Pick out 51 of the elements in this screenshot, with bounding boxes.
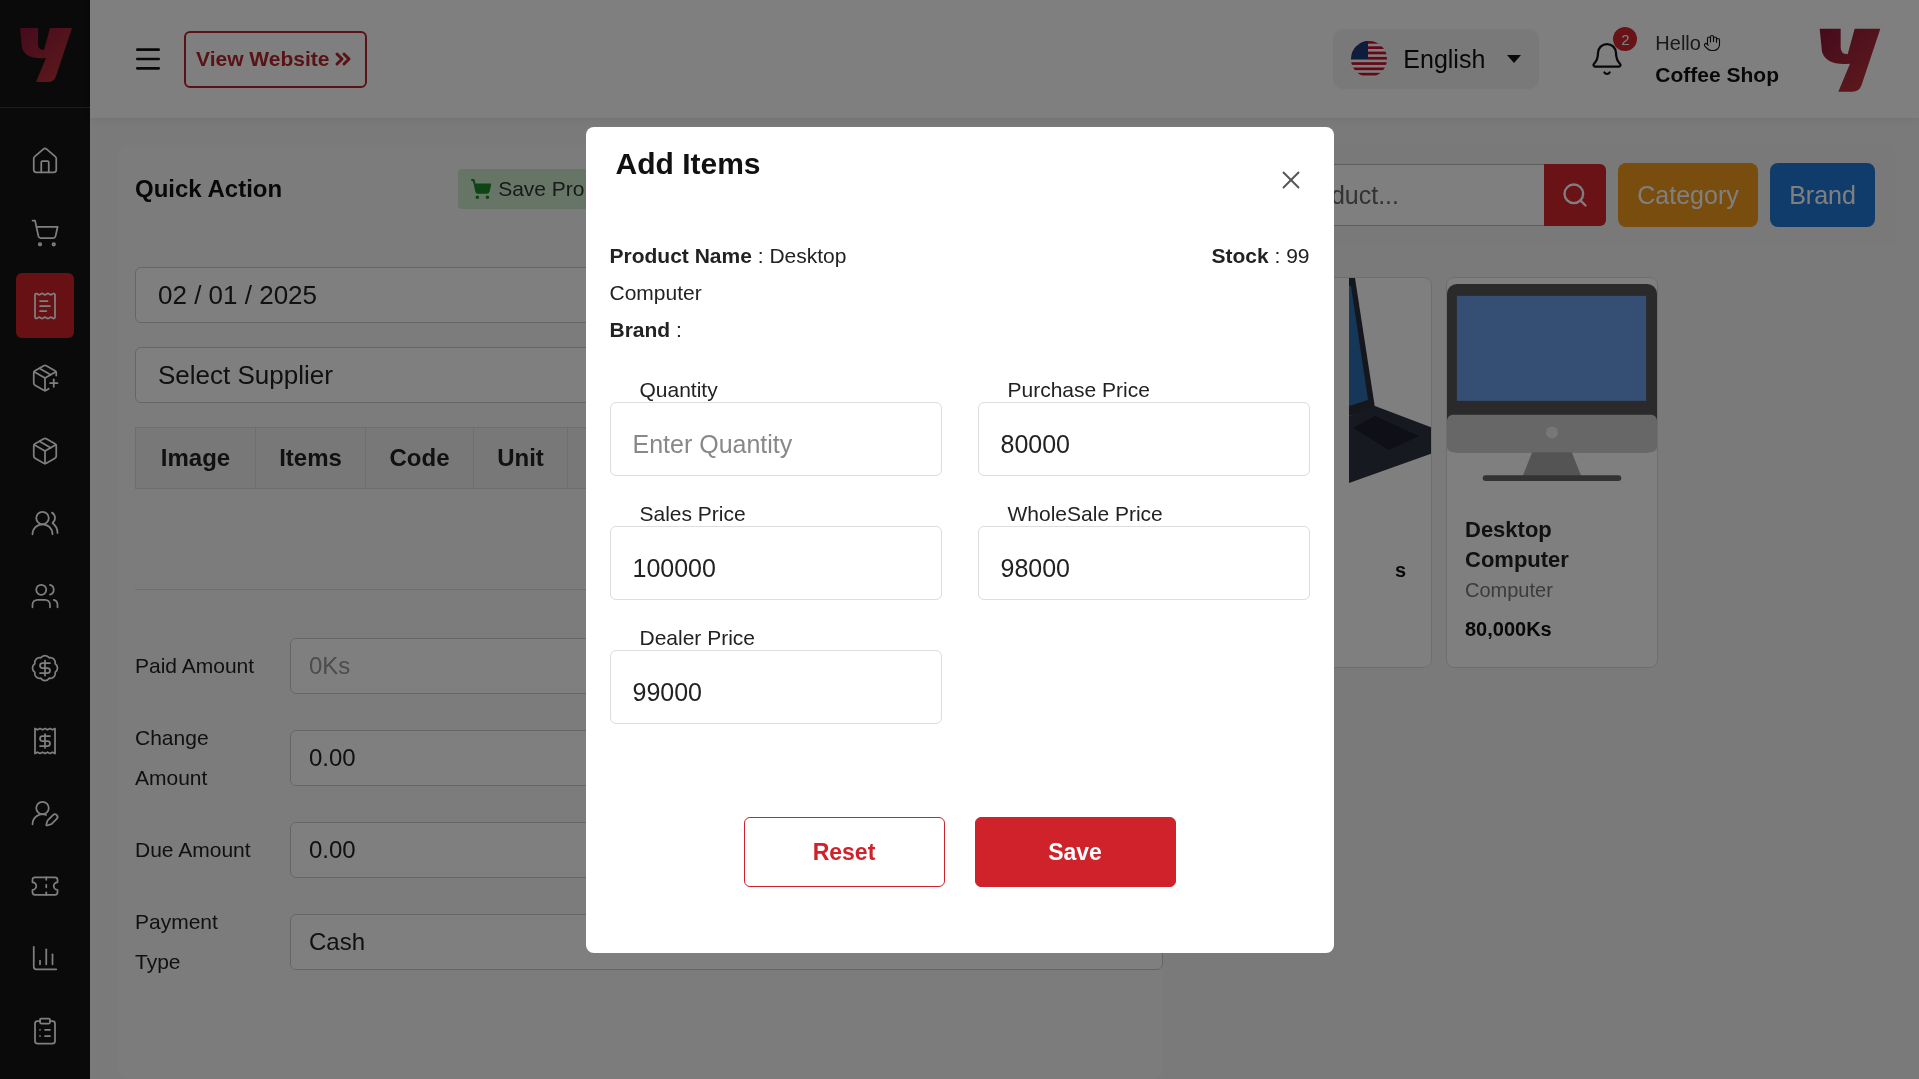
- hand-icon: [1702, 34, 1721, 52]
- bar-chart-icon: [30, 943, 60, 973]
- column-header: Items: [256, 428, 366, 488]
- dollar-badge-icon: [30, 653, 60, 683]
- user-icon: [30, 798, 60, 828]
- column-header: Code: [366, 428, 474, 488]
- dialog-title: Add Items: [615, 147, 761, 181]
- field-label: Payment Type: [135, 909, 219, 975]
- field-label: Dealer Price: [638, 626, 757, 650]
- search-icon: [1561, 181, 1589, 209]
- reset-button[interactable]: Reset: [743, 817, 945, 887]
- product-price: 80,000Ks: [1465, 618, 1553, 641]
- search-button[interactable]: [1544, 164, 1606, 226]
- panel-title: Quick Action: [135, 175, 283, 203]
- product-category: Computer: [1465, 579, 1554, 602]
- stock-info: Stock : 99: [1211, 243, 1310, 269]
- product-card[interactable]: Desktop Computer Computer 80,000Ks: [1446, 277, 1658, 668]
- cart-icon: [30, 218, 60, 248]
- greeting: Hello: [1655, 31, 1701, 55]
- input-field[interactable]: Enter Quantity: [609, 402, 942, 476]
- view-website-button[interactable]: View Website: [184, 30, 368, 88]
- input-field[interactable]: 98000: [977, 526, 1310, 600]
- flag-icon: [1351, 41, 1388, 77]
- field-label: Sales Price: [638, 502, 747, 526]
- column-header: Unit: [474, 428, 568, 488]
- input-field[interactable]: 100000: [609, 526, 942, 600]
- package-icon: [30, 435, 60, 466]
- user-group-icon: [30, 508, 60, 538]
- field-label: Paid Amount: [135, 653, 256, 679]
- input-field[interactable]: 99000: [609, 650, 942, 724]
- field-label: Purchase Price: [1006, 378, 1151, 402]
- sidebar-item[interactable]: [16, 273, 74, 338]
- box-icon: [30, 363, 60, 393]
- cart-icon: [470, 178, 493, 200]
- field-label: Quantity: [638, 378, 719, 402]
- caret-icon: [1507, 55, 1522, 63]
- product-price: s: [1395, 559, 1408, 582]
- language-dropdown[interactable]: English: [1333, 29, 1540, 89]
- product-name-info: Product Name : Desktop Computer: [609, 243, 848, 306]
- save-button[interactable]: Save: [974, 817, 1176, 887]
- field-label: WholeSale Price: [1006, 502, 1164, 526]
- product-name: Desktop Computer: [1465, 516, 1570, 574]
- brand-button[interactable]: Brand: [1770, 163, 1875, 227]
- field-label: Due Amount: [135, 837, 252, 863]
- field-label: Change Amount: [135, 725, 210, 791]
- column-header: Image: [136, 428, 256, 488]
- brand-info: Brand :: [609, 317, 683, 343]
- home-icon: [30, 145, 60, 176]
- input-field[interactable]: 80000: [977, 402, 1310, 476]
- notification-badge: 2: [1613, 27, 1638, 51]
- user-name: Coffee Shop: [1655, 62, 1779, 87]
